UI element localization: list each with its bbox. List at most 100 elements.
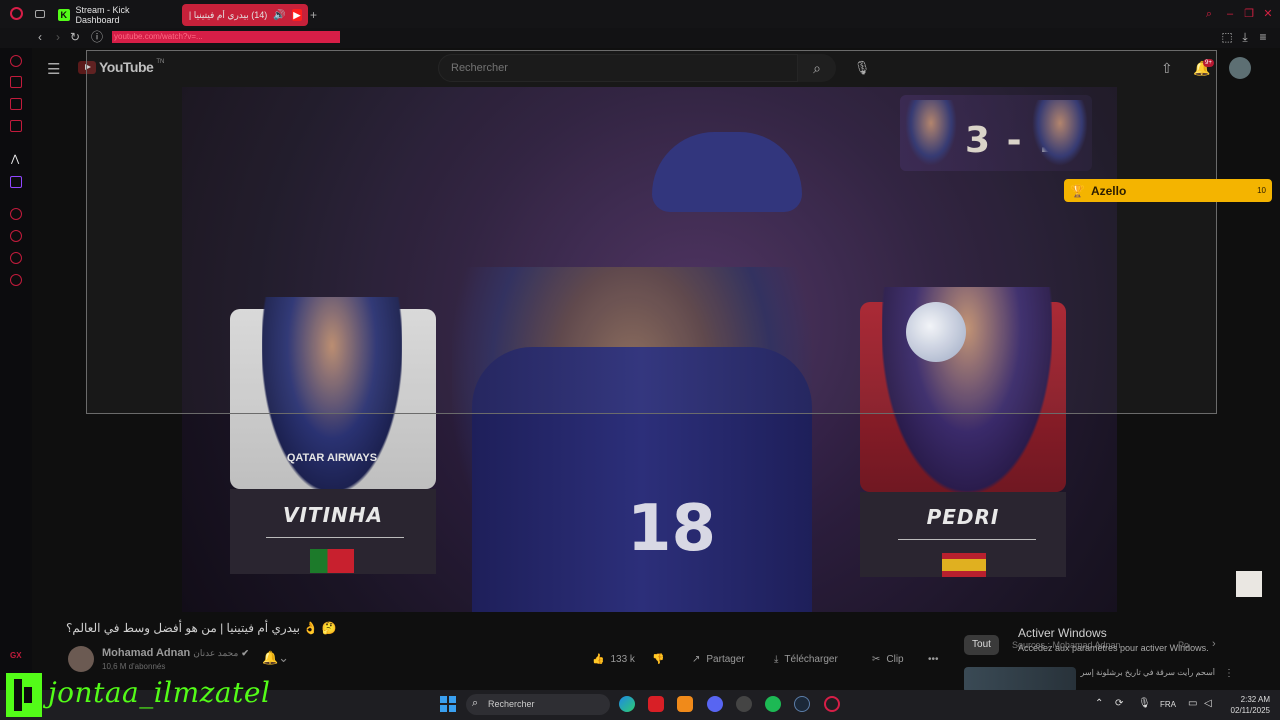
spain-flag-icon <box>942 553 986 577</box>
divider <box>266 537 404 538</box>
subscribed-bell-icon[interactable]: 🔔⌄ <box>262 650 289 666</box>
close-icon[interactable]: ✕ <box>1262 8 1274 20</box>
opera-sidebar: ⋀ GX <box>0 48 32 690</box>
jersey-number: 18 <box>627 492 717 566</box>
obs-icon[interactable] <box>736 696 752 712</box>
reload-icon[interactable]: ↻ <box>68 30 82 44</box>
app-red-icon[interactable] <box>648 696 664 712</box>
clock-time: 2:32 AM <box>1240 695 1270 704</box>
recommended-video-title[interactable]: أسحم رأيت سرقة في تاريخ برشلونة إسرقة! <box>1080 668 1215 677</box>
sponsor-text: QATAR AIRWAYS <box>286 452 378 464</box>
menu-icon[interactable]: ≡ <box>1256 30 1270 44</box>
subscriber-count: 10,6 M d'abonnés <box>102 662 166 671</box>
tab-youtube-video[interactable]: ▶ 🔊 (14) بيدري أم فيتينيا | من <box>182 4 308 26</box>
url-field[interactable]: youtube.com/watch?v=... <box>112 31 340 43</box>
alert-name: Azello <box>1090 183 1127 198</box>
tray-network-icon[interactable]: ⟳ <box>1115 698 1123 709</box>
tray-mic-icon[interactable]: 🎙 <box>1138 698 1151 709</box>
taskbar-search-icon: ⌕ <box>472 697 479 709</box>
scissors-icon: ✂ <box>872 653 881 665</box>
maximize-icon[interactable]: ❐ <box>1243 8 1255 20</box>
site-info-icon[interactable]: ⓘ <box>90 30 104 44</box>
windows-activation-watermark: Activer Windows Accédez aux paramètres p… <box>1018 626 1209 653</box>
sidebar-history-icon[interactable] <box>10 230 22 242</box>
share-button[interactable]: ↗ Partager <box>692 648 745 670</box>
thumbs-down-icon: 👎 <box>652 653 665 665</box>
share-label: Partager <box>706 653 745 665</box>
sidebar-settings-icon[interactable] <box>10 274 22 286</box>
speaker-icon[interactable]: 🔊 <box>273 10 285 21</box>
opera-gx-icon[interactable] <box>824 696 840 712</box>
tab-kick-dashboard[interactable]: K Stream - Kick Dashboard <box>52 4 178 26</box>
sidebar-messenger-icon[interactable] <box>10 98 22 110</box>
kick-logo-icon <box>6 673 42 717</box>
youtube-icon: ▶ <box>291 9 302 21</box>
alert-count: 10 <box>1257 186 1266 195</box>
stream-overlay-frame <box>86 50 1217 414</box>
kebab-menu-icon[interactable]: ⋮ <box>1224 668 1234 679</box>
edge-icon[interactable] <box>619 696 635 712</box>
sidebar-extensions-icon[interactable] <box>10 252 22 264</box>
thumbs-up-icon: 👍 <box>592 653 605 665</box>
search-tabs-icon[interactable]: ⌕ <box>1203 8 1215 20</box>
taskbar-search-input[interactable]: Rechercher <box>466 694 610 715</box>
channel-name-arabic: محمد عدنان <box>193 648 239 658</box>
chat-alert-pill: 🏆 Azello 10 <box>1064 179 1272 202</box>
keyboard-language[interactable]: FRA <box>1160 700 1176 709</box>
video-title: 🤔 👌 بيدري أم فيتينيا | من هو أفضل وسط في… <box>66 621 337 635</box>
share-icon: ↗ <box>692 653 701 665</box>
verified-icon: ✔ <box>241 648 249 658</box>
sidebar-ai-icon[interactable] <box>10 55 22 67</box>
download-button[interactable]: ⤓ Télécharger <box>774 648 838 670</box>
hamburger-menu-icon[interactable]: ☰ <box>47 60 60 78</box>
download-arrow-icon: ⤓ <box>774 653 779 665</box>
clock-date: 02/11/2025 <box>1230 706 1270 715</box>
account-avatar[interactable] <box>1229 57 1251 79</box>
filter-chip-all[interactable]: Tout <box>964 635 999 655</box>
more-actions-button[interactable]: ••• <box>928 648 939 670</box>
trophy-icon: 🏆 <box>1070 183 1085 198</box>
download-label: Télécharger <box>784 653 838 665</box>
sidebar-gx-icon[interactable]: GX <box>10 651 22 660</box>
activation-title: Activer Windows <box>1018 626 1107 640</box>
spotify-icon[interactable] <box>765 696 781 712</box>
forward-icon[interactable]: › <box>51 30 65 44</box>
like-count: 133 k <box>610 653 635 665</box>
channel-avatar[interactable] <box>68 646 94 672</box>
player-name-left: VITINHA <box>283 503 383 527</box>
streamer-handle: jontaa_ilmzatel <box>48 676 271 709</box>
sidebar-music-icon[interactable] <box>10 120 22 132</box>
dislike-button[interactable]: 👎 <box>652 648 664 670</box>
discord-icon[interactable] <box>707 696 723 712</box>
new-tab-button[interactable]: + <box>310 8 317 22</box>
tray-display-icon[interactable]: ▭ <box>1188 698 1197 709</box>
streamer-mini-avatar <box>1236 571 1262 597</box>
windows-start-icon[interactable] <box>440 696 456 712</box>
minimize-icon[interactable]: – <box>1224 8 1236 20</box>
sidebar-twitch-icon[interactable] <box>10 176 22 188</box>
tray-volume-icon[interactable]: ◁ <box>1204 698 1212 709</box>
browser-tab-bar: K Stream - Kick Dashboard ▶ 🔊 (14) بيدري… <box>0 0 1280 28</box>
like-button[interactable]: 👍 133 k <box>592 648 635 670</box>
tab-label: (14) بيدري أم فيتينيا | من <box>188 9 268 20</box>
clip-button[interactable]: ✂ Clip <box>872 648 904 670</box>
taskbar-clock[interactable]: 2:32 AM 02/11/2025 <box>1222 694 1270 716</box>
chevron-right-icon[interactable]: › <box>1212 638 1216 650</box>
tab-island-icon[interactable] <box>35 10 45 18</box>
clip-label: Clip <box>886 653 904 665</box>
download-icon[interactable]: ⤓ <box>1238 30 1252 44</box>
kick-logo-icon: K <box>58 9 70 21</box>
activation-subtitle: Accédez aux paramètres pour activer Wind… <box>1018 643 1209 653</box>
app-orange-icon[interactable] <box>677 696 693 712</box>
steam-icon[interactable] <box>794 696 810 712</box>
snapshot-icon[interactable]: ⬚ <box>1220 30 1234 44</box>
sidebar-player-icon[interactable] <box>10 208 22 220</box>
channel-name[interactable]: Mohamad Adnan محمد عدنان ✔ <box>102 647 249 659</box>
sidebar-kick-icon[interactable]: ⋀ <box>11 154 19 165</box>
back-icon[interactable]: ‹ <box>33 30 47 44</box>
opera-logo-icon[interactable] <box>10 7 23 20</box>
sidebar-shop-icon[interactable] <box>10 76 22 88</box>
divider <box>898 539 1036 540</box>
tab-label: Stream - Kick Dashboard <box>75 5 130 25</box>
tray-chevron-icon[interactable]: ⌃ <box>1095 698 1103 709</box>
